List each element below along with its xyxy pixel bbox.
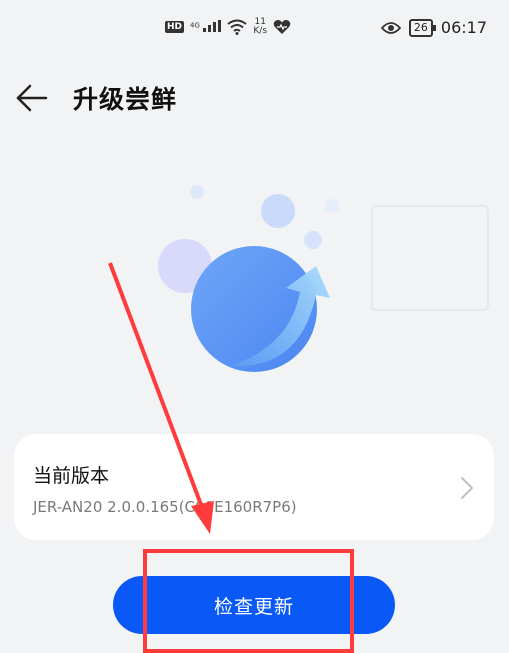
wifi-icon	[227, 19, 248, 35]
clock: 06:17	[440, 18, 487, 37]
status-bar: HD 4G 11 K/s 26 06:17	[0, 0, 509, 60]
status-right: 26 06:17	[380, 18, 487, 37]
back-button[interactable]	[12, 78, 52, 118]
signal-icon	[203, 19, 222, 32]
bubble-right	[325, 199, 339, 213]
network-speed: 11 K/s	[253, 17, 268, 36]
eye-icon	[380, 21, 401, 34]
annotation-highlight-box	[143, 549, 354, 653]
bubble-medium	[261, 194, 295, 228]
status-left: HD 4G 11 K/s	[165, 18, 291, 36]
chevron-right-icon	[461, 477, 473, 499]
hd-badge: HD	[165, 21, 185, 33]
arrow-left-icon	[16, 84, 48, 112]
health-heart-icon	[273, 20, 291, 34]
version-value: JER-AN20 2.0.0.165(C00E160R7P6)	[33, 498, 297, 516]
battery-indicator: 26	[408, 18, 436, 37]
current-version-card[interactable]: 当前版本 JER-AN20 2.0.0.165(C00E160R7P6)	[14, 434, 494, 540]
network-label: 4G	[190, 19, 222, 35]
version-title: 当前版本	[33, 465, 110, 487]
update-illustration	[158, 185, 489, 372]
page-header: 升级尝鲜	[0, 75, 509, 119]
page-title: 升级尝鲜	[73, 85, 178, 114]
bubble-small	[190, 185, 204, 199]
bubble-right-2	[304, 231, 322, 249]
